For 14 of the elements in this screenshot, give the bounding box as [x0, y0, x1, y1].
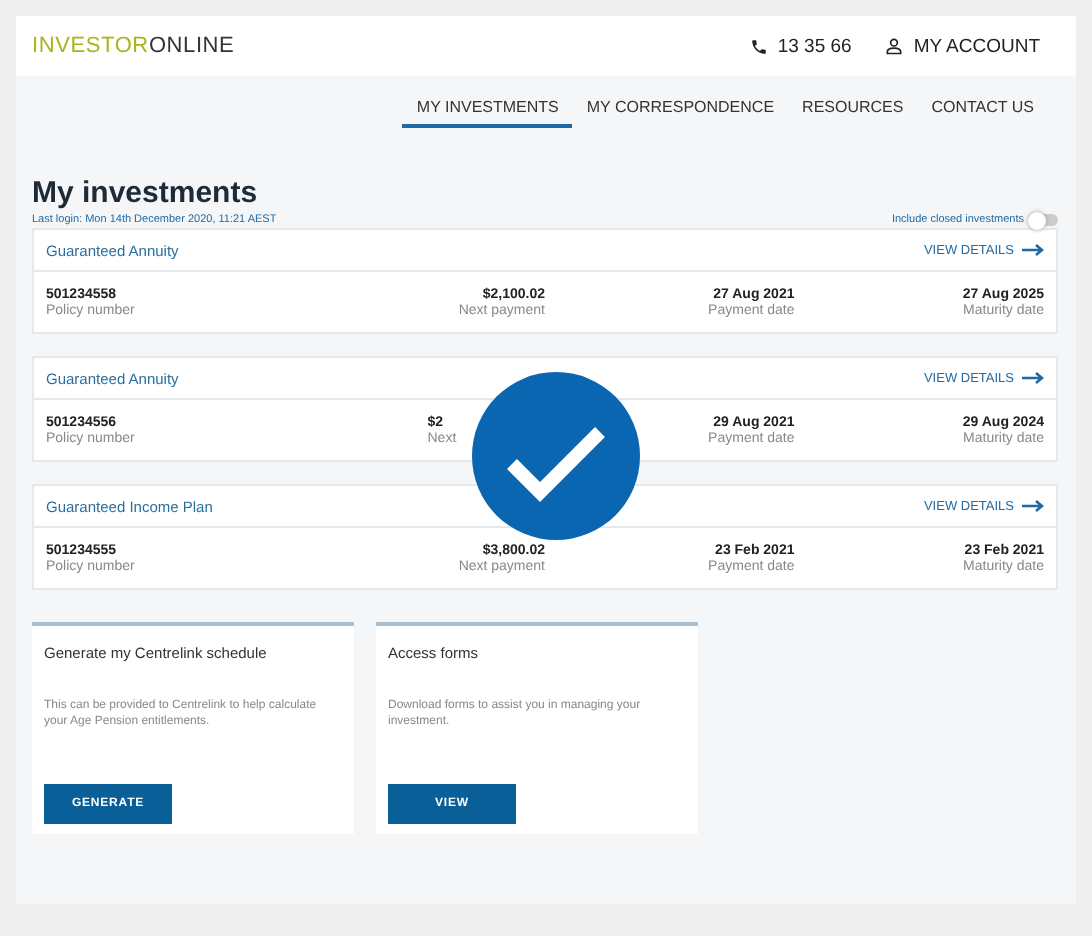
- arrow-right-icon: [1022, 244, 1044, 256]
- nav-tab[interactable]: MY INVESTMENTS: [402, 92, 573, 128]
- nav-tab[interactable]: CONTACT US: [917, 92, 1048, 128]
- user-icon: [883, 36, 904, 56]
- toggle-switch[interactable]: [1030, 214, 1058, 226]
- arrow-right-icon: [1022, 500, 1044, 512]
- nav-tab[interactable]: MY CORRESPONDENCE: [572, 92, 789, 128]
- nav-tab[interactable]: RESOURCES: [788, 92, 918, 128]
- logo[interactable]: INVESTORONLINE: [32, 34, 235, 58]
- phone-icon: [749, 37, 768, 55]
- page-title: My investments: [32, 176, 260, 210]
- arrow-right-icon: [1022, 372, 1044, 384]
- phone-link[interactable]: 13 35 66: [749, 35, 852, 57]
- account-link[interactable]: MY ACCOUNT: [883, 35, 1040, 57]
